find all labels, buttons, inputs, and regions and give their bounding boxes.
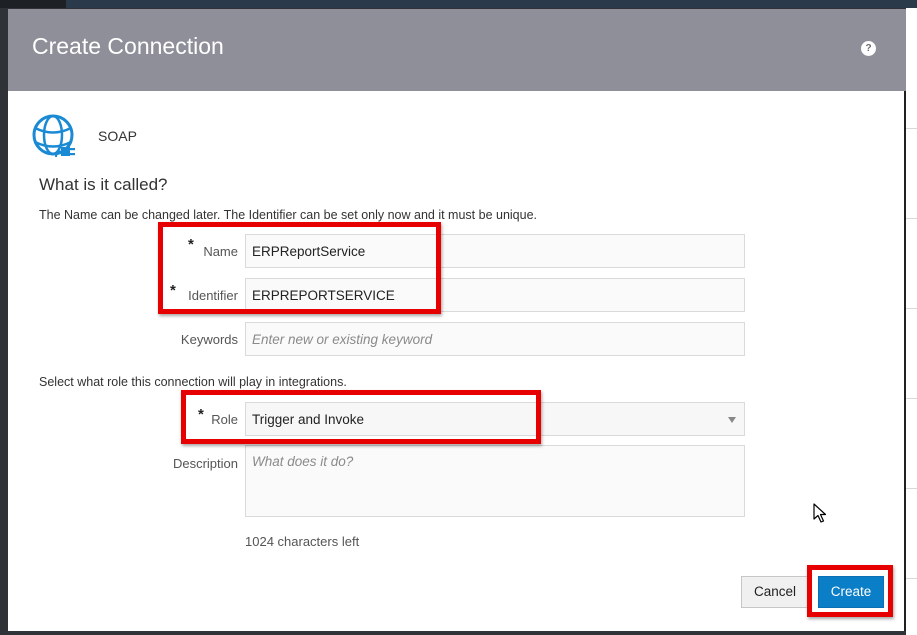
role-hint-text: Select what role this connection will pl… <box>39 375 347 389</box>
char-count: 1024 characters left <box>245 534 360 549</box>
help-icon[interactable]: ? <box>861 41 876 56</box>
name-label: Name <box>203 244 238 259</box>
adapter-type-label: SOAP <box>98 128 137 144</box>
dialog-header: Create Connection ? <box>8 9 906 91</box>
background-page-edge <box>906 8 917 635</box>
create-connection-dialog: Create Connection ? SOAP What is it call… <box>8 9 906 631</box>
mouse-cursor-icon <box>813 503 827 523</box>
keywords-input[interactable]: Enter new or existing keyword <box>245 322 745 356</box>
cancel-button[interactable]: Cancel <box>741 576 809 608</box>
description-textarea[interactable]: What does it do? <box>245 445 745 517</box>
dropdown-arrow-icon <box>728 417 736 423</box>
identifier-input[interactable]: ERPREPORTSERVICE <box>245 278 745 312</box>
identifier-label: Identifier <box>188 288 238 303</box>
dialog-title: Create Connection <box>32 33 224 59</box>
role-label: Role <box>211 412 238 427</box>
background-nav-strip <box>66 0 917 8</box>
soap-adapter-icon <box>32 114 75 158</box>
section-title: What is it called? <box>39 175 168 194</box>
name-input[interactable]: ERPReportService <box>245 234 745 268</box>
role-select[interactable]: Trigger and Invoke <box>245 402 745 436</box>
create-button[interactable]: Create <box>818 576 884 608</box>
description-label: Description <box>172 456 238 471</box>
role-selected-value: Trigger and Invoke <box>252 412 365 427</box>
keywords-label: Keywords <box>180 332 238 347</box>
name-hint-text: The Name can be changed later. The Ident… <box>39 208 537 222</box>
background-app-bar <box>0 0 917 8</box>
